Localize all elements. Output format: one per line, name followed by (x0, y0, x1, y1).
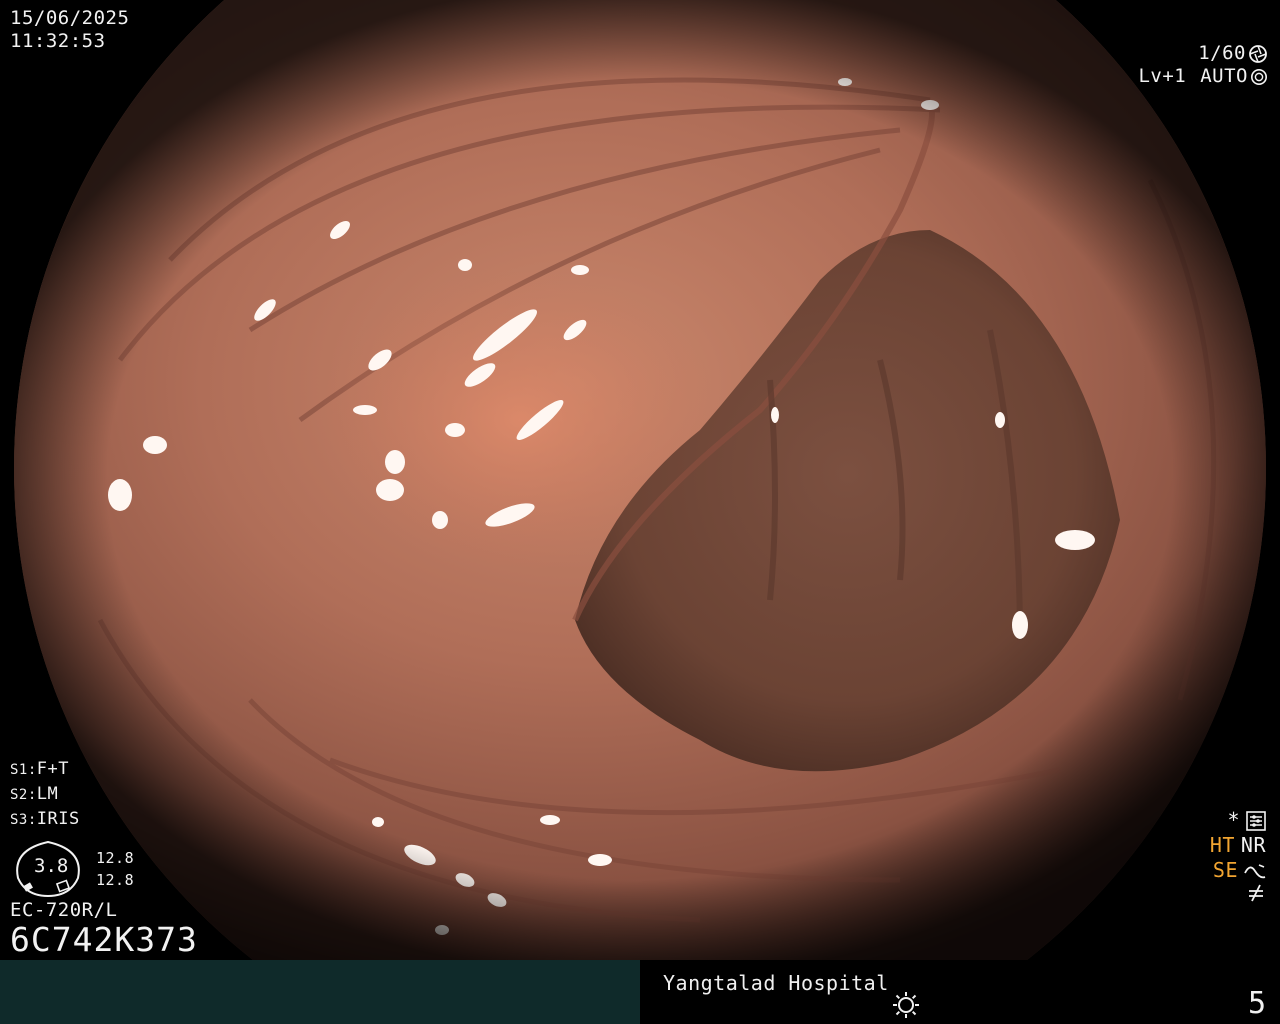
switch-s2: S2:LM (10, 784, 59, 804)
switch-s3: S3:IRIS (10, 809, 80, 829)
frame-number: 5 (1247, 986, 1266, 1021)
star-label: * (1227, 808, 1240, 832)
gauge-value-top: 12.8 (96, 849, 135, 867)
iris-gauge-icon: 3.8 (16, 840, 80, 898)
endoscopic-image (0, 0, 1280, 960)
gauge-values: 12.8 12.8 (96, 847, 134, 891)
hospital-name: Yangtalad Hospital (663, 971, 889, 995)
switch-s1: S1:F+T (10, 759, 70, 779)
enhancement-curve-icon (1244, 863, 1266, 878)
processing-status: * HT NR SE (1210, 808, 1266, 903)
light-source-icon (893, 992, 919, 1018)
se-label: SE (1212, 858, 1238, 882)
not-equal-icon (1249, 884, 1263, 902)
exposure-readout: 1/60 Lv+1 AUTO (1138, 42, 1268, 88)
exposure-mode-label: AUTO (1200, 65, 1248, 87)
scope-model-label: EC-720R/L (10, 899, 118, 921)
shutter-speed-label: 1/60 (1198, 42, 1246, 64)
date-time-readout: 15/06/2025 11:32:53 (10, 7, 129, 53)
scope-serial-label: 6C742K373 (10, 920, 198, 959)
auto-exposure-icon (1250, 68, 1268, 85)
scope-switch-settings: S1:F+T S2:LM S3:IRIS (10, 757, 80, 832)
aperture-icon (1249, 44, 1267, 63)
gauge-value-label: 3.8 (34, 855, 68, 877)
date-label: 15/06/2025 (10, 7, 130, 29)
ht-label: HT (1209, 833, 1235, 857)
patient-info-panel (0, 960, 640, 1024)
settings-icon (1246, 810, 1266, 831)
gauge-value-bottom: 12.8 (96, 871, 135, 889)
level-label: Lv+1 (1138, 65, 1187, 87)
nr-label: NR (1240, 833, 1266, 857)
time-label: 11:32:53 (10, 30, 106, 52)
